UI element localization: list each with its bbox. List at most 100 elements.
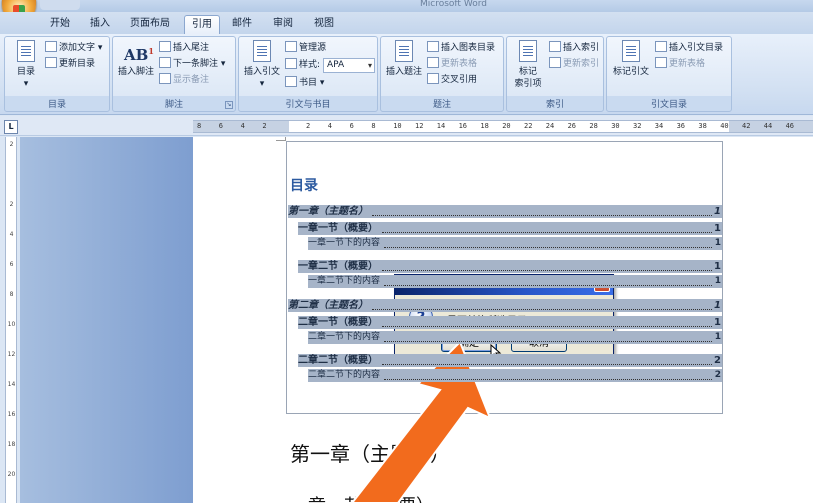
insert-endnote-button[interactable]: 插入尾注 — [159, 41, 209, 56]
insert-toa-button[interactable]: 插入引文目录 — [655, 41, 723, 56]
toc-icon — [17, 40, 35, 62]
citation-style-select[interactable]: APA — [323, 58, 375, 73]
mark-entry-button[interactable]: 标记 索引项 — [509, 40, 547, 90]
toc-page-number: 1 — [714, 206, 721, 217]
footnote-launcher-icon[interactable]: ↘ — [225, 101, 233, 109]
toc-leader-dots — [382, 364, 712, 365]
toc-page-number: 1 — [714, 276, 721, 286]
tab-page-layout[interactable]: 页面布局 — [122, 15, 178, 34]
ruler-tick-label: 10 — [7, 321, 16, 328]
tab-insert[interactable]: 插入 — [82, 15, 118, 34]
vertical-ruler[interactable]: 2 2 4 6 8 10 12 14 16 18 20 — [5, 137, 17, 503]
ruler-tick-label: 26 — [567, 122, 577, 130]
ruler-tick-label: 12 — [415, 122, 424, 130]
insert-index-button[interactable]: 插入索引 — [549, 41, 599, 56]
update-toa-label: 更新表格 — [669, 59, 706, 69]
manage-sources-button[interactable]: 管理源 — [285, 41, 326, 56]
toc-page-number: 1 — [714, 332, 721, 342]
update-table-button[interactable]: 更新表格 — [427, 57, 477, 72]
ruler-tick-label: 30 — [611, 122, 620, 130]
tab-view[interactable]: 视图 — [306, 15, 342, 34]
toc-entry[interactable]: 一章二节（概要） 1 — [298, 260, 722, 273]
toc-leader-dots — [384, 247, 712, 248]
group-index: 标记 索引项 插入索引 更新索引 索引 — [506, 36, 604, 112]
group-index-label: 索引 — [545, 100, 564, 110]
tab-review[interactable]: 审阅 — [265, 15, 301, 34]
group-footnote: AB1 插入脚注 插入尾注 下一条脚注 ▾ 显示备注 脚注 ↘ — [112, 36, 236, 112]
ruler-tick-label: 10 — [393, 122, 402, 130]
toc-entry[interactable]: 一章一节（概要） 1 — [298, 222, 722, 235]
bibliography-button[interactable]: 书目 ▾ — [285, 76, 324, 91]
group-citation: 插入引文▾ 管理源 样式: APA 书目 ▾ 引文与书目 — [238, 36, 378, 112]
tab-home[interactable]: 开始 — [42, 15, 78, 34]
ruler-tick-label: 2 — [9, 141, 14, 148]
toc-entry[interactable]: 二章二节下的内容 2 — [308, 369, 722, 382]
ruler-tick-label: 8 — [371, 122, 376, 130]
ruler-tick-label: 20 — [7, 471, 16, 478]
horizontal-ruler[interactable]: 8 6 4 2 2 4 6 8 10 12 14 16 18 20 22 24 26 28 30 32 34 36 38 40… — [193, 120, 813, 133]
toc-page-number: 2 — [714, 355, 721, 366]
update-index-button[interactable]: 更新索引 — [549, 57, 599, 72]
toc-entry[interactable]: 一章一节下的内容 1 — [308, 237, 722, 250]
ruler-tick-label: 4 — [9, 231, 14, 238]
ribbon: 目录 ▾ 添加文字 ▾ 更新目录 目录 AB1 插入脚注 插入尾注 下一条脚注 ▾… — [0, 34, 813, 115]
group-toc: 目录 ▾ 添加文字 ▾ 更新目录 目录 — [4, 36, 110, 112]
footnote-ab-icon: AB1 — [124, 46, 154, 64]
toc-leader-dots — [384, 341, 712, 342]
toc-entry[interactable]: 二章一节（概要） 1 — [298, 316, 722, 329]
tab-selector-icon[interactable]: L — [4, 120, 18, 134]
word-window: Microsoft Word 开始 插入 页面布局 引用 邮件 审阅 视图 目录… — [0, 0, 813, 503]
show-notes-button[interactable]: 显示备注 — [159, 73, 209, 88]
show-notes-label: 显示备注 — [173, 75, 210, 85]
ruler-tick-label: 36 — [676, 122, 686, 130]
workspace-background — [20, 137, 193, 503]
toc-entry[interactable]: 二章二节（概要） 2 — [298, 354, 722, 367]
toc-entry-text: 一章一节下的内容 — [308, 238, 381, 248]
style-label-row: 样式: — [285, 58, 320, 73]
toc-leader-dots — [384, 379, 712, 380]
update-toa-button[interactable]: 更新表格 — [655, 57, 705, 72]
update-toc-button[interactable]: 更新目录 — [45, 57, 95, 72]
add-text-label: 添加文字 — [59, 43, 96, 53]
ruler-tick-label: 8 — [197, 122, 202, 130]
toc-entry[interactable]: 第一章（主题名） 1 — [288, 205, 722, 218]
mark-citation-button[interactable]: 标记引文 — [609, 40, 653, 78]
toc-entry-text: 第二章（主题名） — [288, 300, 368, 311]
ruler-tick-label: 22 — [524, 122, 533, 130]
insert-caption-icon — [395, 40, 413, 62]
update-toc-icon — [45, 57, 57, 68]
group-toa-label: 引文目录 — [650, 100, 687, 110]
toc-leader-dots — [382, 232, 712, 233]
insert-citation-button[interactable]: 插入引文 ▾ — [241, 40, 283, 90]
cross-reference-button[interactable]: 交叉引用 — [427, 73, 477, 88]
toc-entry-text: 一章一节（概要） — [298, 223, 378, 234]
insert-footnote-label: 插入脚注 — [117, 67, 154, 77]
ruler-tick-label: 4 — [327, 122, 333, 130]
table-of-figures-icon — [427, 41, 439, 52]
toc-leader-dots — [382, 326, 712, 327]
toc-entry[interactable]: 一章二节下的内容 1 — [308, 275, 722, 288]
toc-leader-dots — [372, 215, 712, 216]
ribbon-tabs: 开始 插入 页面布局 引用 邮件 审阅 视图 — [0, 12, 813, 34]
toc-leader-dots — [372, 309, 712, 310]
update-table-icon — [427, 57, 439, 68]
quick-access-toolbar[interactable] — [40, 0, 80, 10]
insert-caption-button[interactable]: 插入题注 — [383, 40, 425, 78]
ruler-tick-label: 44 — [763, 122, 773, 130]
toc-entry[interactable]: 二章一节下的内容 1 — [308, 331, 722, 344]
title-bar: Microsoft Word — [0, 0, 813, 12]
toc-entry[interactable]: 第二章（主题名） 1 — [288, 299, 722, 312]
mark-entry-icon — [519, 40, 537, 62]
tab-references[interactable]: 引用 — [184, 15, 220, 34]
endnote-icon — [159, 41, 171, 52]
insert-citation-icon — [253, 40, 271, 62]
next-footnote-label: 下一条脚注 — [173, 59, 219, 69]
toc-button[interactable]: 目录 ▾ — [9, 40, 43, 90]
add-text-button[interactable]: 添加文字 ▾ — [45, 41, 102, 56]
insert-table-of-figures-button[interactable]: 插入图表目录 — [427, 41, 495, 56]
next-footnote-button[interactable]: 下一条脚注 ▾ — [159, 57, 225, 72]
tab-mailings[interactable]: 邮件 — [224, 15, 260, 34]
insert-footnote-button[interactable]: AB1 插入脚注 — [115, 40, 157, 78]
ruler-tick-label: 12 — [7, 351, 16, 358]
toc-page-number: 2 — [714, 370, 721, 380]
